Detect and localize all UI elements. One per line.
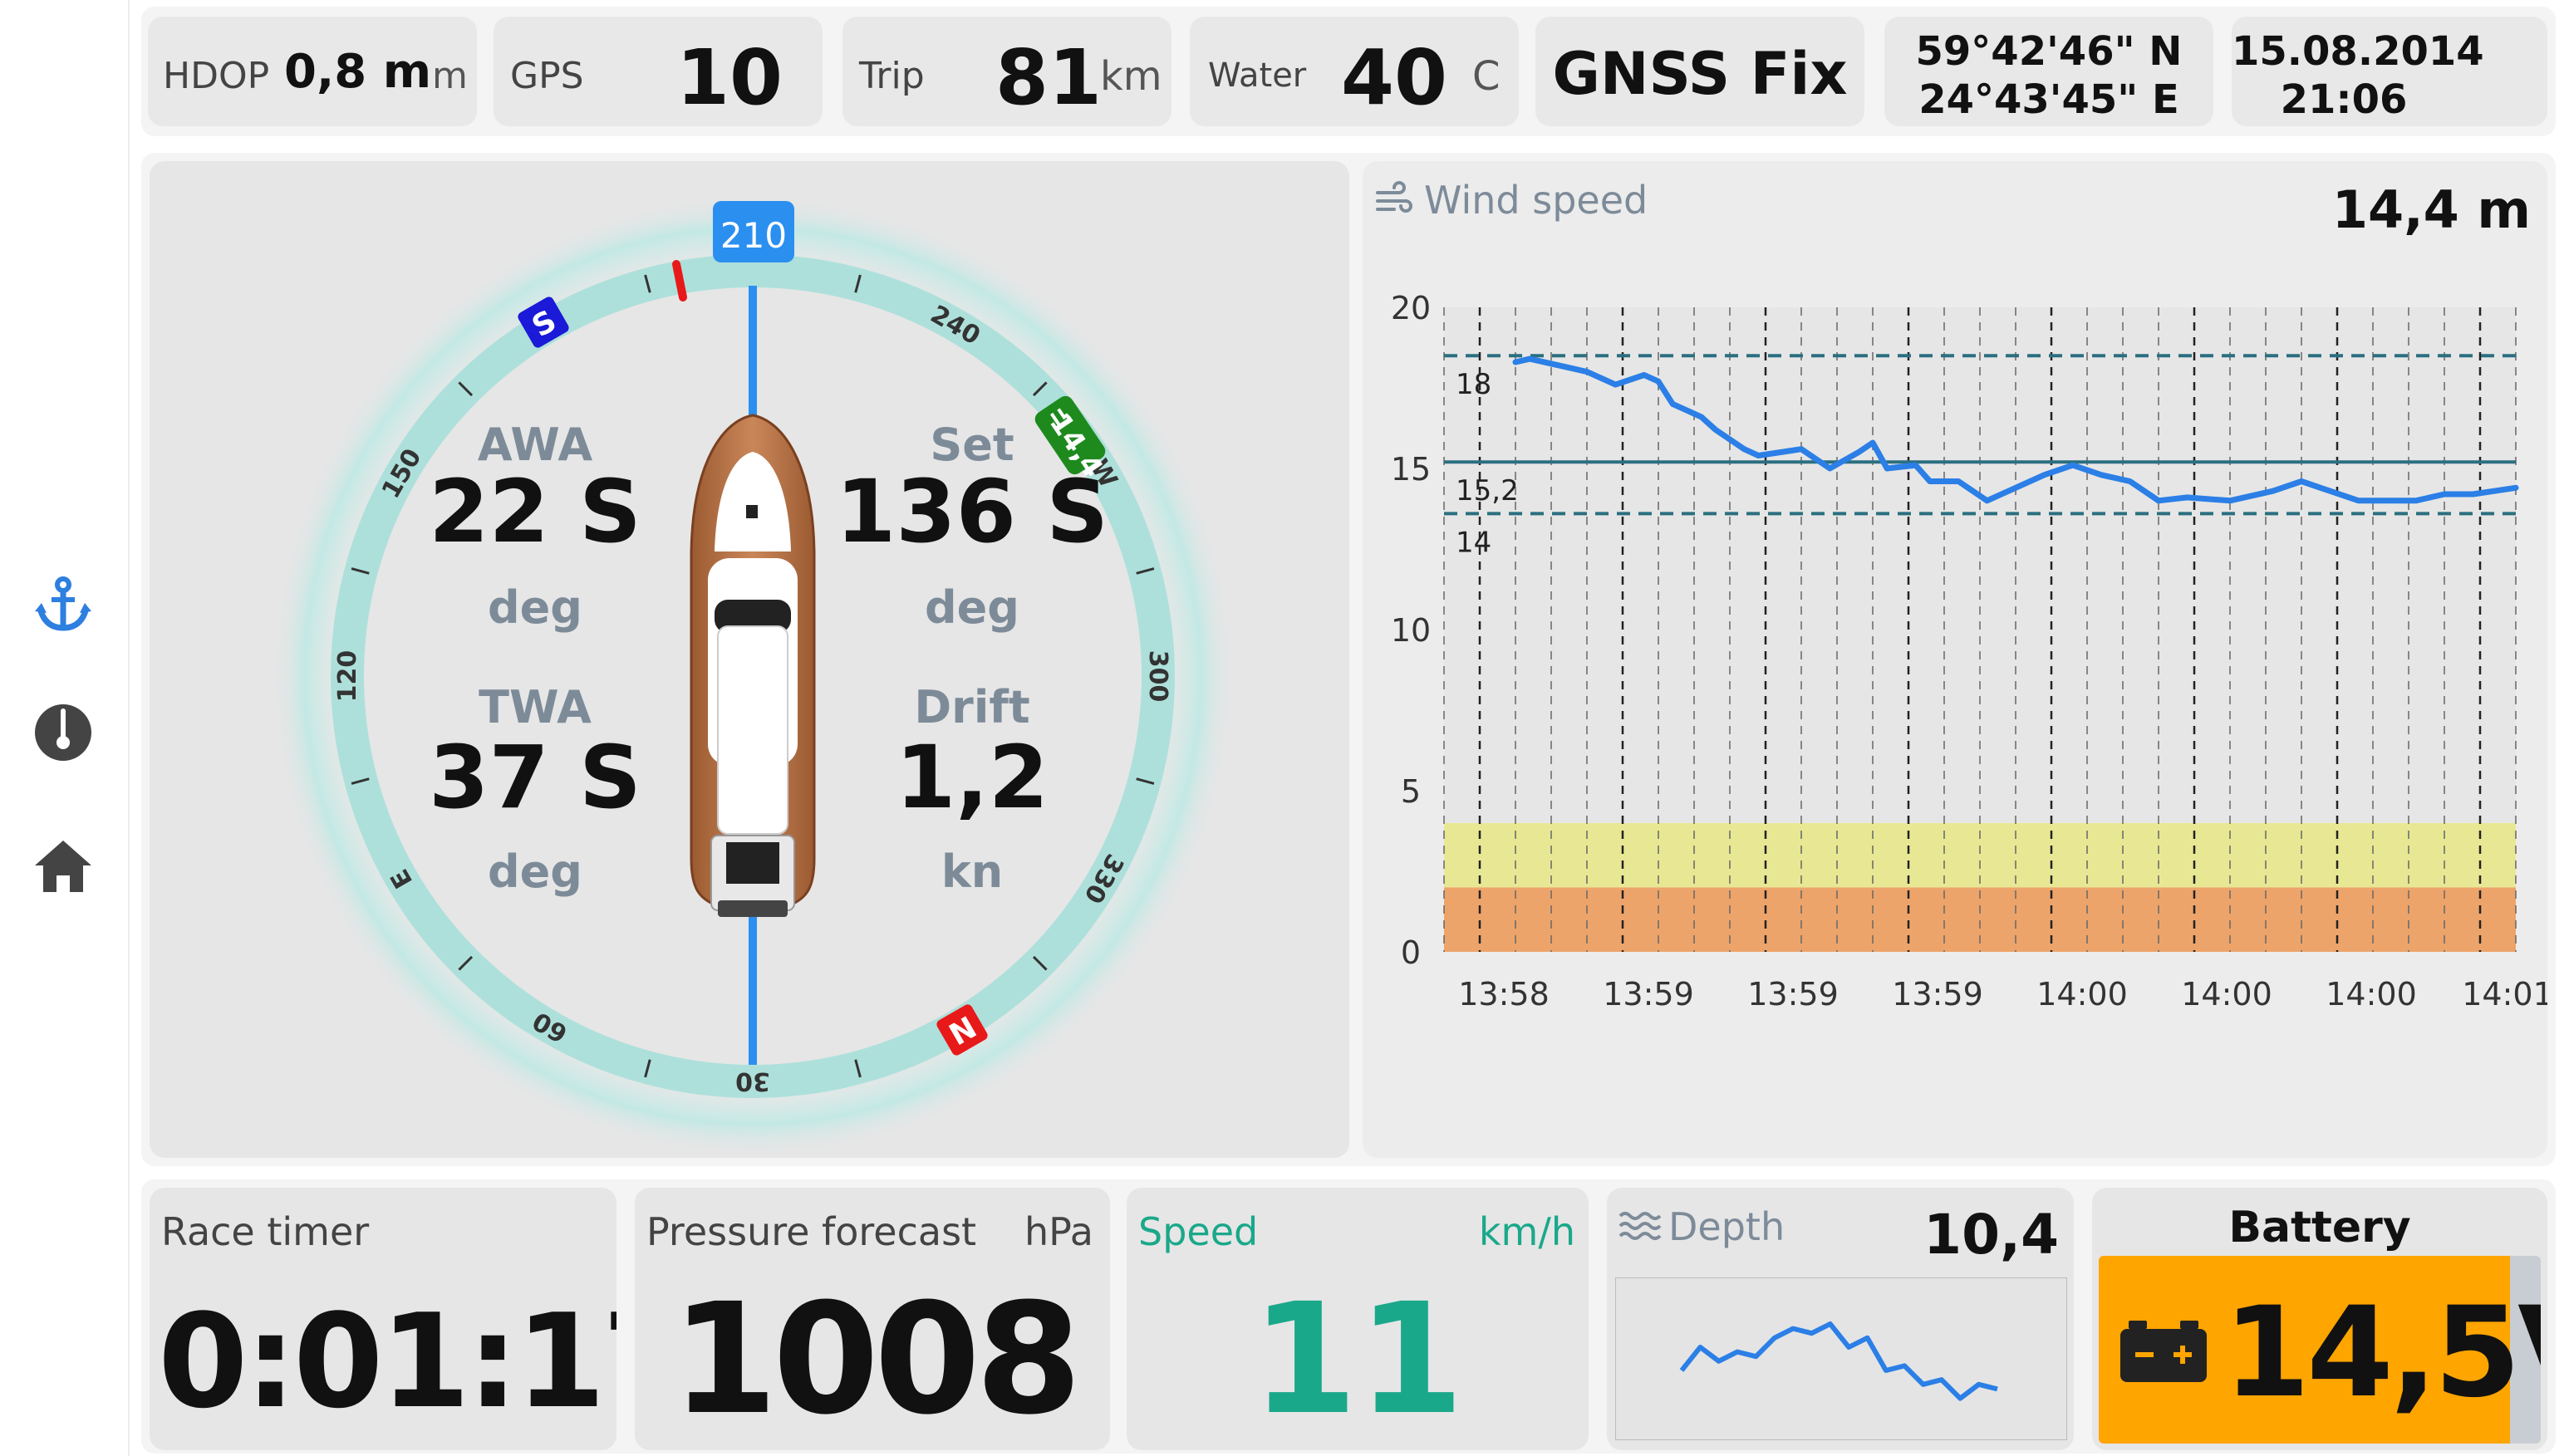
y-tick-label: 0 xyxy=(1401,934,1421,971)
status-bar: HDOP 0,8 m m GPS 10 Trip 81 km Water 40 … xyxy=(141,7,2556,136)
gnss-fix-tile[interactable]: GNSS Fix xyxy=(1535,17,1864,126)
trip-value: 81 xyxy=(995,33,1103,122)
battery-bar: 14,5V xyxy=(2099,1256,2541,1444)
twa-label: TWA xyxy=(479,681,592,733)
wind-speed-chart: 0 5 10 15 20 13:58 13:59 13:59 13:59 14:00 14:00 14… xyxy=(1391,290,2547,1012)
depth-value: 10,4 xyxy=(1923,1203,2059,1267)
reference-line-label: 18 xyxy=(1456,368,1491,401)
speed-tile[interactable]: Speed km/h 11 xyxy=(1127,1188,1589,1450)
compass-ring-label: 30 xyxy=(735,1066,770,1096)
compass-ring-label: 300 xyxy=(1143,650,1172,703)
y-tick-label: 20 xyxy=(1391,290,1431,326)
anchor-icon xyxy=(35,576,91,631)
sidebar-item-gauges[interactable] xyxy=(28,698,98,767)
compass-gauge: 3060E120150240W300330 N S 14,4 210 AWA 2… xyxy=(271,194,1235,1158)
x-tick-label: 13:58 xyxy=(1458,976,1550,1012)
wind-speed-card[interactable]: Wind speed 14,4 m 0 5 10 15 20 13:58 13:59 13:5… xyxy=(1363,161,2547,1158)
battery-label: Battery xyxy=(2228,1203,2411,1253)
race-timer-label: Race timer xyxy=(161,1209,370,1254)
twa-unit: deg xyxy=(488,846,582,898)
x-tick-label: 14:00 xyxy=(2181,976,2272,1012)
awa-value: 22 S xyxy=(429,461,641,562)
depth-sparkline xyxy=(1615,1277,2067,1440)
hdop-label: HDOP xyxy=(163,55,270,97)
gnss-fix-status: GNSS Fix xyxy=(1552,40,1848,108)
x-tick-label: 14:00 xyxy=(2036,976,2128,1012)
race-timer-tile[interactable]: Race timer 0:01:17 xyxy=(150,1188,616,1450)
water-label: Water xyxy=(1208,56,1307,95)
sidebar-nav xyxy=(0,0,130,1456)
depth-tile[interactable]: Depth 10,4 xyxy=(1607,1188,2074,1450)
y-tick-label: 15 xyxy=(1391,451,1431,488)
set-unit: deg xyxy=(925,581,1019,634)
x-tick-label: 14:01 xyxy=(2462,976,2547,1012)
reference-line-label: 15,2 xyxy=(1456,474,1519,507)
sidebar-item-anchor[interactable] xyxy=(28,570,98,640)
position-tile[interactable]: 59°42'46" N 24°43'45" E xyxy=(1884,17,2213,126)
speed-label: Speed xyxy=(1138,1209,1259,1254)
pressure-value: 1008 xyxy=(671,1271,1082,1449)
x-tick-label: 13:59 xyxy=(1603,976,1694,1012)
compass-ring-label: 120 xyxy=(333,650,362,703)
compass-card[interactable]: 30 60 E 120 150 240 W 300 330 N S 14,4 2… xyxy=(150,161,1349,1158)
depth-sparkline-bg xyxy=(1615,1277,2067,1440)
pressure-unit: hPa xyxy=(1024,1209,1093,1254)
water-temp-value: 40 xyxy=(1341,33,1448,122)
speed-value: 11 xyxy=(1250,1271,1465,1449)
race-timer-value: 0:01:17 xyxy=(158,1286,616,1437)
reference-line-label: 14 xyxy=(1456,526,1491,559)
gps-satellites-value: 10 xyxy=(675,33,783,122)
hdop-unit: m xyxy=(432,55,468,97)
y-tick-label: 10 xyxy=(1391,612,1431,649)
bottom-bar: Race timer 0:01:17 Pressure forecast hPa… xyxy=(141,1179,2556,1454)
water-temp-unit: C xyxy=(1472,53,1501,100)
boat-icon xyxy=(690,414,816,917)
gps-tile[interactable]: GPS 10 xyxy=(494,17,823,126)
wind-icon xyxy=(1376,181,1412,213)
home-icon xyxy=(35,841,91,892)
gauge-icon xyxy=(35,704,91,761)
battery-icon xyxy=(2120,1321,2207,1382)
y-tick-label: 5 xyxy=(1401,773,1421,810)
waves-icon xyxy=(1618,1212,1662,1240)
gps-label: GPS xyxy=(510,55,584,97)
battery-voltage: 14,5V xyxy=(2223,1281,2541,1425)
water-temp-tile[interactable]: Water 40 C xyxy=(1190,17,1519,126)
drift-unit: kn xyxy=(941,846,1003,898)
awa-unit: deg xyxy=(488,581,582,634)
x-tick-label: 14:00 xyxy=(2326,976,2417,1012)
main-panel: 30 60 E 120 150 240 W 300 330 N S 14,4 2… xyxy=(141,153,2556,1166)
set-value: 136 S xyxy=(836,461,1108,562)
speed-unit: km/h xyxy=(1478,1209,1575,1254)
dashboard: HDOP 0,8 m m GPS 10 Trip 81 km Water 40 … xyxy=(0,0,2564,1456)
trip-label: Trip xyxy=(859,55,925,97)
heading-value: 210 xyxy=(720,215,787,256)
longitude-value: 24°43'45" E xyxy=(1918,76,2179,123)
hdop-tile[interactable]: HDOP 0,8 m m xyxy=(148,17,477,126)
hdop-value: 0,8 m xyxy=(284,45,432,99)
battery-tile[interactable]: Battery 14,5V xyxy=(2092,1188,2547,1450)
x-tick-label: 13:59 xyxy=(1747,976,1839,1012)
drift-label: Drift xyxy=(914,681,1029,733)
drift-value: 1,2 xyxy=(896,727,1049,828)
x-tick-label: 13:59 xyxy=(1892,976,1983,1012)
date-value: 15.08.2014 xyxy=(2232,28,2484,75)
pressure-forecast-tile[interactable]: Pressure forecast hPa 1008 xyxy=(635,1188,1110,1450)
depth-label: Depth xyxy=(1668,1204,1785,1249)
sidebar-item-home[interactable] xyxy=(28,831,98,900)
pressure-label: Pressure forecast xyxy=(646,1209,977,1254)
latitude-value: 59°42'46" N xyxy=(1915,28,2183,75)
twa-value: 37 S xyxy=(429,727,641,828)
trip-tile[interactable]: Trip 81 km xyxy=(842,17,1171,126)
wind-speed-current: 14,4 m xyxy=(2331,179,2531,240)
datetime-tile[interactable]: 15.08.2014 21:06 xyxy=(2232,17,2547,126)
wind-speed-title: Wind speed xyxy=(1424,178,1648,223)
trip-unit: km xyxy=(1100,53,1162,100)
time-value: 21:06 xyxy=(2280,76,2408,123)
